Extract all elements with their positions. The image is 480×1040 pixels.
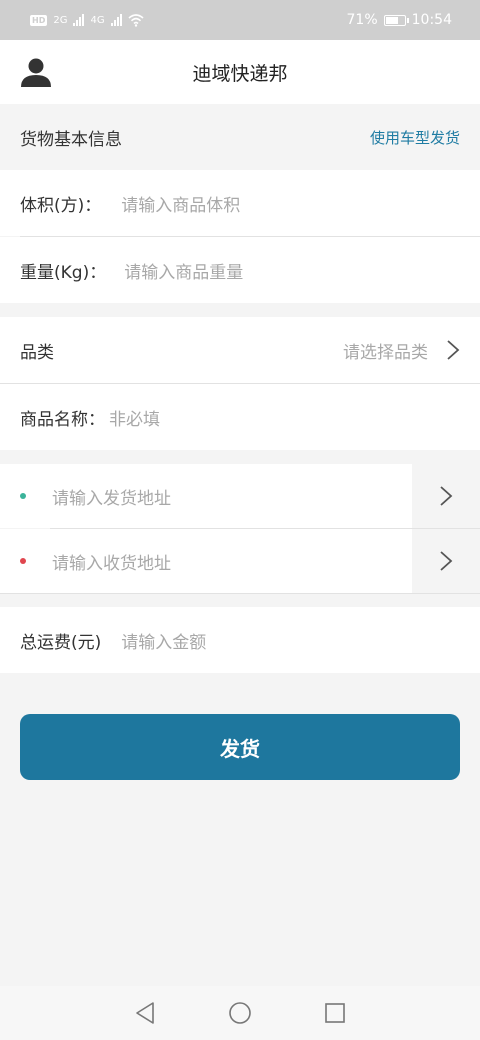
send-address-input[interactable]: 请输入发货地址: [52, 484, 171, 509]
hd-indicator: HD: [30, 14, 48, 26]
home-circle-icon[interactable]: [228, 1001, 252, 1025]
receive-address-row[interactable]: 请输入收货地址: [0, 529, 480, 593]
freight-label: 总运费(元): [20, 632, 102, 653]
freight-row[interactable]: 总运费(元) 请输入金额: [0, 607, 480, 673]
receive-address-arrow-button[interactable]: [412, 529, 480, 593]
receive-address-dot-icon: [20, 558, 26, 564]
network-2g-label: 2G: [53, 14, 68, 26]
use-vehicle-type-link[interactable]: 使用车型发货: [370, 127, 460, 148]
back-triangle-icon[interactable]: [134, 1001, 156, 1025]
product-name-label: 商品名称：: [20, 409, 105, 430]
weight-label: 重量(Kg)：: [20, 262, 107, 283]
product-name-input[interactable]: 非必填: [109, 405, 160, 430]
status-bar: HD 2G 4G 71% 10:54: [0, 0, 480, 40]
cargo-info-header: 货物基本信息 使用车型发货: [0, 104, 480, 170]
recents-square-icon[interactable]: [324, 1002, 346, 1024]
battery-icon: [383, 14, 409, 26]
product-name-row[interactable]: 商品名称： 非必填: [0, 384, 480, 450]
battery-fill: [385, 16, 398, 24]
receive-address-input[interactable]: 请输入收货地址: [52, 549, 171, 574]
wifi-icon: [128, 13, 144, 27]
category-select[interactable]: 请选择品类: [343, 338, 428, 363]
volume-field-row[interactable]: 体积(方)： 请输入商品体积: [0, 170, 480, 236]
category-label: 品类: [20, 342, 54, 363]
user-icon[interactable]: [20, 56, 52, 88]
send-address-dot-icon: [20, 493, 26, 499]
category-select-row[interactable]: 品类 请选择品类: [0, 317, 480, 383]
status-right: 71% 10:54: [347, 12, 452, 28]
clock: 10:54: [411, 12, 452, 28]
chevron-right-icon: [440, 551, 453, 571]
signal-icon: [73, 14, 85, 26]
chevron-right-icon: [440, 486, 453, 506]
volume-label: 体积(方)：: [20, 195, 102, 216]
freight-input[interactable]: 请输入金额: [121, 628, 206, 653]
status-indicators: HD 2G 4G: [30, 13, 144, 27]
send-address-row[interactable]: 请输入发货地址: [0, 464, 480, 528]
battery-percent: 71%: [346, 12, 378, 28]
ship-button[interactable]: 发货: [20, 714, 460, 780]
chevron-right-icon[interactable]: [446, 339, 460, 361]
send-address-arrow-button[interactable]: [412, 464, 480, 528]
network-4g-label: 4G: [90, 14, 105, 26]
signal-icon: [110, 14, 122, 26]
page-title: 迪域快递邦: [192, 62, 288, 85]
app-header: 迪域快递邦: [0, 40, 480, 104]
cargo-info-heading: 货物基本信息: [20, 129, 122, 150]
weight-input[interactable]: 请输入商品重量: [124, 258, 243, 283]
weight-field-row[interactable]: 重量(Kg)： 请输入商品重量: [0, 237, 480, 303]
volume-input[interactable]: 请输入商品体积: [121, 191, 240, 216]
system-nav-bar: [0, 986, 480, 1040]
divider: [0, 593, 480, 594]
